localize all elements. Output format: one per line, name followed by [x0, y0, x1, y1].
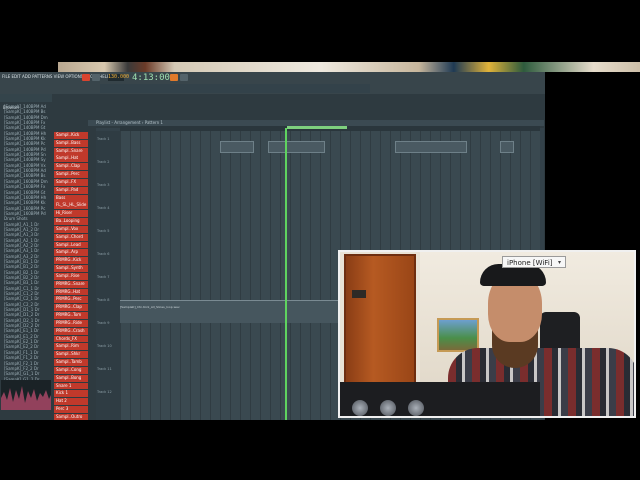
track-label[interactable]: Track 3 — [97, 183, 110, 187]
browser-item[interactable]: [SampK]_140BPM Bs — [0, 109, 52, 114]
channel-button[interactable]: Kick 1 — [54, 390, 88, 398]
channel-button[interactable]: Sampl..Bong — [54, 374, 88, 382]
channel-button[interactable]: Hi_Riser — [54, 210, 88, 218]
track-label[interactable]: Track 11 — [97, 367, 112, 371]
track-label[interactable]: Track 10 — [97, 344, 112, 348]
pattern-clip[interactable] — [268, 141, 325, 153]
channel-button[interactable]: PRMRG..Snare — [54, 280, 88, 288]
channel-button[interactable]: Sampl..Clap — [54, 163, 88, 171]
channel-button[interactable]: Sampl..Snare — [54, 147, 88, 155]
loop-button[interactable] — [180, 74, 188, 81]
song-position-display: 4:13:00 — [132, 73, 170, 83]
browser-item[interactable]: [SampK]_140BPM Pc — [0, 141, 52, 146]
channel-button[interactable]: Ba..Looping — [54, 218, 88, 225]
channel-button[interactable]: Sampl..FX — [54, 178, 88, 186]
channel-button[interactable]: Sampl..Chord — [54, 233, 88, 241]
channel-button[interactable]: Sampl..Cong — [54, 366, 88, 374]
mixer-knob — [408, 400, 424, 416]
track-label[interactable]: Track 7 — [97, 275, 110, 279]
track-label[interactable]: Track 9 — [97, 321, 110, 325]
channel-rack[interactable]: Sampl..Kick Sampl..Bass Sampl..Snare Sampl.… — [54, 132, 88, 420]
channel-button[interactable]: Sampl..Tamb — [54, 359, 88, 366]
channel-button[interactable]: Sampl..Hat — [54, 155, 88, 163]
play-button[interactable] — [92, 74, 100, 81]
track-label[interactable]: Track 8 — [97, 298, 110, 302]
channel-button[interactable]: PRMRG..Clap — [54, 304, 88, 312]
track-label[interactable]: Track 4 — [97, 206, 110, 210]
channel-button[interactable]: PRMRG..Ride — [54, 319, 88, 327]
channel-button[interactable]: Sampl..Lead — [54, 241, 88, 249]
waveform-preview — [1, 380, 51, 410]
channel-button[interactable]: Sampl..Shkr — [54, 351, 88, 359]
browser-item[interactable]: [SampK]_140BPM Gt — [0, 125, 52, 130]
audio-clip-label: [SampleK]_Ctn.Kick_All_Slices_loop.wav — [120, 305, 180, 309]
playhead[interactable] — [285, 128, 287, 420]
channel-button[interactable]: Sampl..Perc — [54, 171, 88, 179]
channel-button[interactable]: Snare 1 — [54, 382, 88, 390]
waveform-graphic — [1, 386, 51, 410]
browser-header: Browser — [0, 94, 52, 110]
channel-button[interactable]: Bass — [54, 194, 88, 202]
channel-button[interactable]: Sampl..Vox — [54, 225, 88, 233]
browser-item[interactable]: [SampK]_140BPM Sy — [0, 157, 52, 162]
track-label[interactable]: Track 2 — [97, 160, 110, 164]
track-label[interactable]: Track 1 — [97, 137, 110, 141]
tempo-display[interactable]: 130.000 — [108, 74, 129, 81]
channel-button[interactable]: PRMRG..Crash — [54, 327, 88, 335]
browser-panel[interactable]: [SampK]_140BPM Ad [SampK]_140BPM Bs [SampK… — [0, 104, 52, 404]
metronome-button[interactable] — [170, 74, 178, 81]
door — [344, 254, 416, 392]
channel-button[interactable]: Sampl..Kick — [54, 132, 88, 139]
wall-painting — [437, 318, 479, 352]
channel-button[interactable]: PRMRG..Kick — [54, 257, 88, 265]
channel-button[interactable]: Hat 2 — [54, 398, 88, 406]
audio-clip[interactable]: [SampleK]_Ctn.Kick_All_Slices_loop.wav — [120, 300, 342, 323]
audio-mixer-device — [340, 382, 540, 416]
track-label[interactable]: Track 5 — [97, 229, 110, 233]
track-headers[interactable]: Track 1 Track 2 Track 3 Track 4 Track 5 Track… — [96, 131, 120, 420]
channel-button[interactable]: Sampl..Rise — [54, 272, 88, 280]
mixer-knob — [352, 400, 368, 416]
loop-selection-bar[interactable] — [287, 126, 347, 129]
channel-button[interactable]: PRMRG..Perc — [54, 296, 88, 304]
tool-toolbar[interactable] — [100, 84, 370, 93]
channel-button[interactable]: Sampl..Pad — [54, 186, 88, 194]
track-label[interactable]: Track 12 — [97, 390, 112, 394]
channel-button[interactable]: Sampl..Bass — [54, 139, 88, 147]
chevron-down-icon: ▾ — [557, 259, 561, 266]
channel-button[interactable]: Sampl..Synth — [54, 265, 88, 272]
channel-button[interactable]: PRMRG..Hat — [54, 288, 88, 296]
track-label[interactable]: Track 6 — [97, 252, 110, 256]
browser-item[interactable]: [SampK]_160BPM Fx — [0, 184, 52, 189]
pattern-clip[interactable] — [395, 141, 467, 153]
pattern-clip[interactable] — [220, 141, 254, 153]
webcam-overlay: iPhone [WiFi] ▾ — [338, 250, 636, 418]
channel-button[interactable]: Sampl..Rim — [54, 343, 88, 351]
mixer-knob — [380, 400, 396, 416]
channel-button[interactable]: Sampl..Arp — [54, 249, 88, 257]
channel-button[interactable]: Perc 3 — [54, 405, 88, 413]
browser-item[interactable]: [SampK]_160BPM Kk — [0, 200, 52, 205]
camera-source-label: iPhone [WiFi] — [507, 259, 553, 267]
channel-button[interactable]: FL_SL_HL_Slide — [54, 202, 88, 210]
door-hinge — [352, 290, 366, 298]
record-button[interactable] — [82, 74, 90, 81]
desktop-background-strip — [58, 62, 640, 72]
pattern-clip[interactable] — [500, 141, 514, 153]
channel-button[interactable]: Chords_FX — [54, 335, 88, 343]
channel-button[interactable]: PRMRG..Tom — [54, 312, 88, 319]
camera-source-dropdown[interactable]: iPhone [WiFi] ▾ — [502, 256, 566, 268]
channel-button[interactable]: Sampl..Outro — [54, 413, 88, 420]
